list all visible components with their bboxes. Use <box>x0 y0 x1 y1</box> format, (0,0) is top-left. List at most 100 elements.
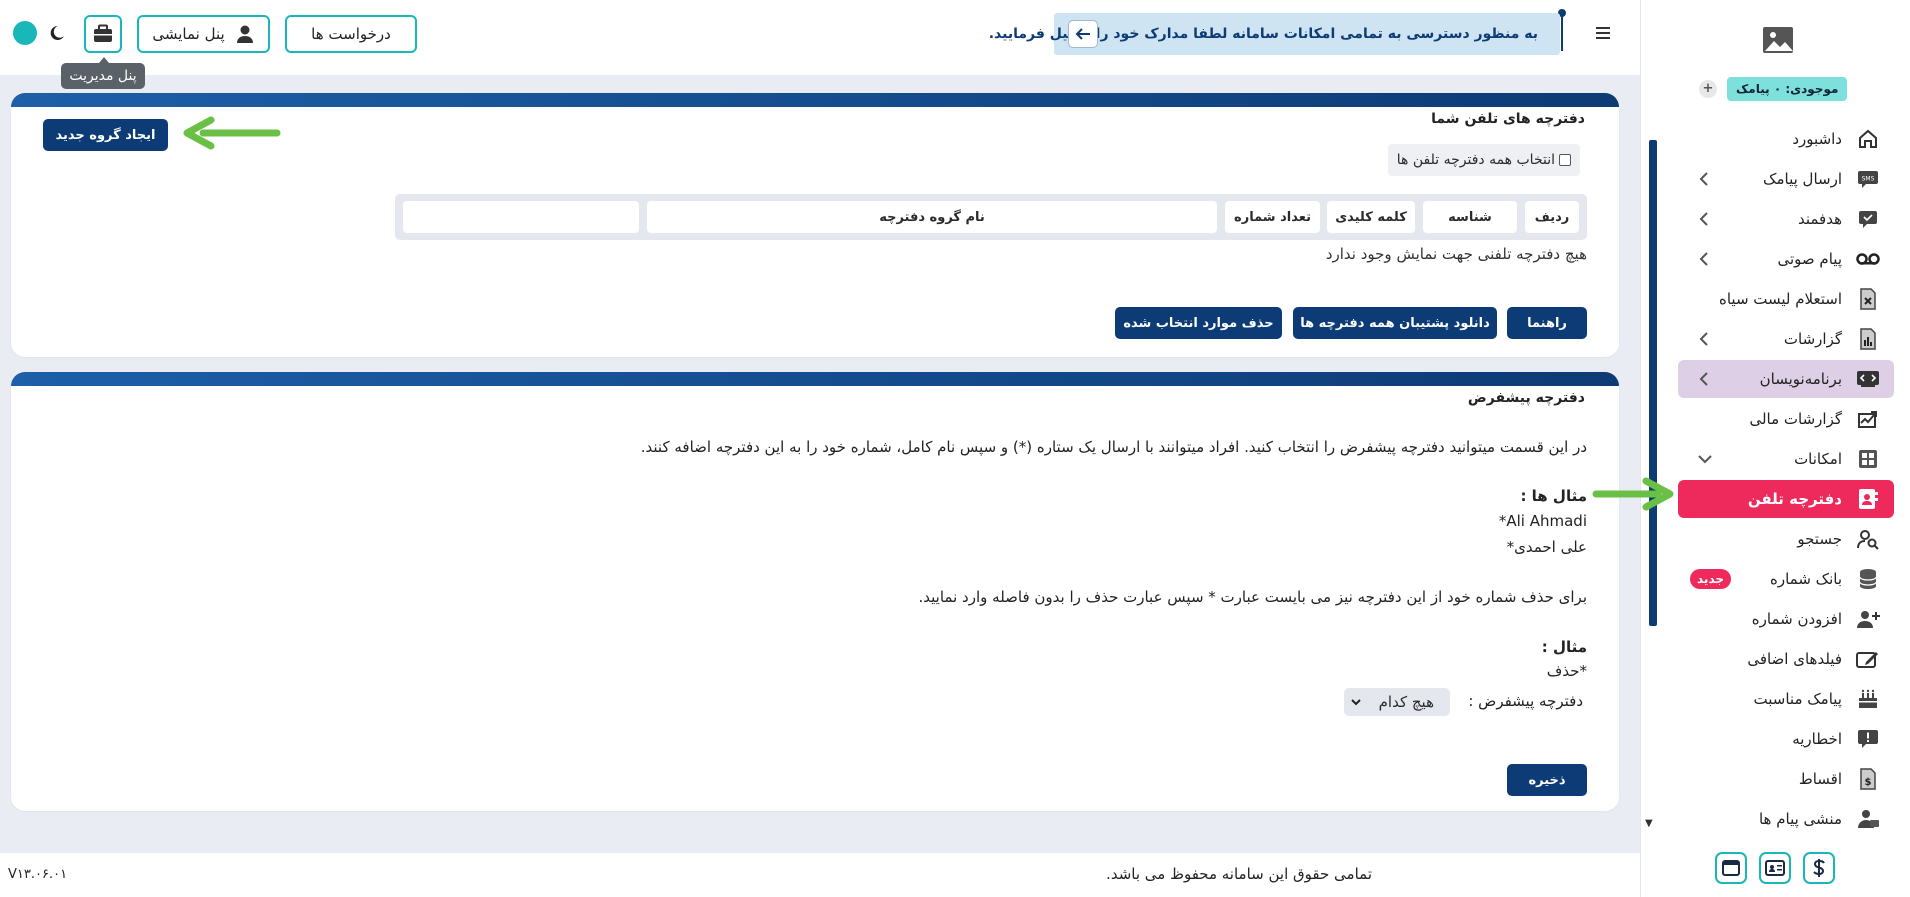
sidebar-item-label: اقساط <box>1798 770 1842 788</box>
contact-card-button[interactable] <box>1759 852 1791 884</box>
code-icon <box>1856 367 1880 391</box>
sidebar-menu: داشبورد SMS ارسال پیامک هدفمند پیام صوتی… <box>1678 120 1894 836</box>
save-button[interactable]: ذخیره <box>1507 764 1587 796</box>
sidebar-item-label: هدفمند <box>1797 210 1842 228</box>
sidebar-scroll-thumb[interactable] <box>1649 140 1657 626</box>
sidebar-item-label: گزارشات <box>1783 330 1842 348</box>
sidebar-item-extra-fields[interactable]: فیلدهای اضافی <box>1678 640 1894 678</box>
admin-panel-tooltip: پنل مدیریت <box>61 57 145 89</box>
new-badge: جدید <box>1690 569 1732 589</box>
new-group-button[interactable]: ایجاد گروه جدید <box>43 119 168 151</box>
sidebar-item-features[interactable]: امکانات <box>1678 440 1894 478</box>
sidebar-item-label: پیامک مناسبت <box>1753 690 1842 708</box>
sidebar-item-phonebook[interactable]: دفترچه تلفن <box>1678 480 1894 518</box>
chevron-left-icon <box>1699 212 1708 226</box>
alert-arrow-button[interactable] <box>1068 20 1098 48</box>
delete-note: برای حذف شماره خود از این دفترچه نیز می … <box>918 588 1587 606</box>
sidebar-item-dashboard[interactable]: داشبورد <box>1678 120 1894 158</box>
svg-text:$: $ <box>1865 777 1872 788</box>
user-add-icon <box>1856 607 1880 631</box>
checkbox[interactable] <box>1559 154 1571 166</box>
documents-alert: به منظور دسترسی به تمامی امکانات سامانه … <box>989 13 1560 55</box>
window-icon <box>1722 860 1740 876</box>
finance-chart-icon <box>1856 407 1880 431</box>
column-count: تعداد شماره <box>1225 201 1320 233</box>
warning-icon <box>1856 727 1880 751</box>
features-icon <box>1856 447 1880 471</box>
default-book-card: دفترچه پیشفرض در این قسمت میتوانید دفترچ… <box>11 372 1619 811</box>
voicemail-icon <box>1856 247 1880 271</box>
delete-selected-button[interactable]: حذف موارد انتخاب شده <box>1115 307 1282 339</box>
examples-heading: مثال ها : <box>1520 487 1587 505</box>
dollar-button[interactable] <box>1803 852 1835 884</box>
chevron-down-icon <box>1698 455 1712 464</box>
sidebar-item-secretary[interactable]: منشی پیام ها <box>1678 800 1894 836</box>
window-button[interactable] <box>1715 852 1747 884</box>
sidebar-item-label: داشبورد <box>1792 130 1842 148</box>
select-all-checkbox[interactable]: انتخاب همه دفترچه تلفن ها <box>1387 144 1580 176</box>
help-button[interactable]: راهنما <box>1507 307 1587 339</box>
sidebar-item-financial-reports[interactable]: گزارشات مالی <box>1678 400 1894 438</box>
add-credit-button[interactable]: + <box>1699 80 1717 98</box>
chevron-down-icon <box>1351 699 1361 706</box>
moon-icon <box>13 21 64 45</box>
chevron-left-icon <box>1699 332 1708 346</box>
phonebook-icon <box>1856 487 1880 511</box>
copyright-text: تمامی حقوق این سامانه محفوظ می باشد. <box>1106 865 1372 883</box>
requests-label: درخواست ها <box>311 25 391 43</box>
user-icon <box>236 25 253 43</box>
sidebar-item-number-bank[interactable]: بانک شماره جدید <box>1678 560 1894 598</box>
green-arrow-icon <box>1592 477 1674 511</box>
sidebar-item-search[interactable]: جستجو <box>1678 520 1894 558</box>
scroll-down-icon[interactable]: ▼ <box>1645 818 1653 829</box>
sms-icon: SMS <box>1856 167 1880 191</box>
footer: تمامی حقوق این سامانه محفوظ می باشد. V۱۳… <box>0 853 1640 897</box>
image-placeholder-icon <box>1763 27 1793 53</box>
sidebar-item-reports[interactable]: گزارشات <box>1678 320 1894 358</box>
sidebar-footer <box>1715 852 1835 884</box>
theme-toggle[interactable] <box>12 20 72 46</box>
green-arrow-icon <box>183 116 281 150</box>
empty-message: هیچ دفترچه تلفنی جهت نمایش وجود ندارد <box>1325 245 1587 263</box>
requests-button[interactable]: درخواست ها <box>285 15 417 53</box>
sidebar-item-send-sms[interactable]: SMS ارسال پیامک <box>1678 160 1894 198</box>
default-book-title: دفترچه پیشفرض <box>1427 386 1595 406</box>
example-2: علی احمدی* <box>1506 538 1587 556</box>
version-text: V۱۳.۰۶.۰۱ <box>8 867 68 882</box>
sidebar-item-label: منشی پیام ها <box>1758 810 1842 828</box>
sidebar-item-blacklist[interactable]: استعلام لیست سیاه <box>1678 280 1894 318</box>
sidebar-item-add-number[interactable]: افزودن شماره <box>1678 600 1894 638</box>
briefcase-icon <box>94 24 112 42</box>
svg-text:SMS: SMS <box>1862 176 1875 183</box>
phonebooks-table-header: ردیف شناسه کلمه کلیدی تعداد شماره نام گر… <box>395 194 1587 240</box>
default-book-select[interactable]: هیچ کدام <box>1344 688 1450 716</box>
example-delete: *حذف <box>1546 662 1587 680</box>
sidebar-item-targeted[interactable]: هدفمند <box>1678 200 1894 238</box>
download-backup-button[interactable]: دانلود پشتیبان همه دفترچه ها <box>1293 307 1497 339</box>
database-icon <box>1856 567 1880 591</box>
sidebar-item-installments[interactable]: $ اقساط <box>1678 760 1894 798</box>
intro-text: در این قسمت میتوانید دفترچه پیشفرض را ان… <box>640 438 1587 456</box>
report-icon <box>1856 327 1880 351</box>
user-search-icon <box>1856 527 1880 551</box>
top-bar: به منظور دسترسی به تمامی امکانات سامانه … <box>0 0 1640 75</box>
sidebar-item-label: اخطاریه <box>1792 730 1842 748</box>
sidebar-item-label: فیلدهای اضافی <box>1747 650 1842 668</box>
chevron-left-icon <box>1699 372 1708 386</box>
sidebar-item-occasion-sms[interactable]: پیامک مناسبت <box>1678 680 1894 718</box>
demo-panel-button[interactable]: پنل نمایشی <box>137 15 270 53</box>
sidebar-item-voice[interactable]: پیام صوتی <box>1678 240 1894 278</box>
phonebooks-card: دفترچه های تلفن شما ایجاد گروه جدید انتخ… <box>11 93 1619 357</box>
menu-icon[interactable] <box>1590 20 1616 46</box>
chevron-left-icon <box>1699 172 1708 186</box>
sidebar-item-developers[interactable]: برنامه‌نویسان <box>1678 360 1894 398</box>
sidebar-item-label: برنامه‌نویسان <box>1759 370 1842 388</box>
admin-panel-button[interactable] <box>84 15 122 53</box>
edit-field-icon <box>1856 647 1880 671</box>
credit-badge: موجودی: ۰ پیامک <box>1727 77 1848 101</box>
chevron-left-icon <box>1699 252 1708 266</box>
sidebar-item-label: دفترچه تلفن <box>1747 490 1842 508</box>
sidebar-item-label: جستجو <box>1797 530 1842 548</box>
example-1: *Ali Ahmadi <box>1498 512 1587 530</box>
sidebar-item-warning[interactable]: اخطاریه <box>1678 720 1894 758</box>
